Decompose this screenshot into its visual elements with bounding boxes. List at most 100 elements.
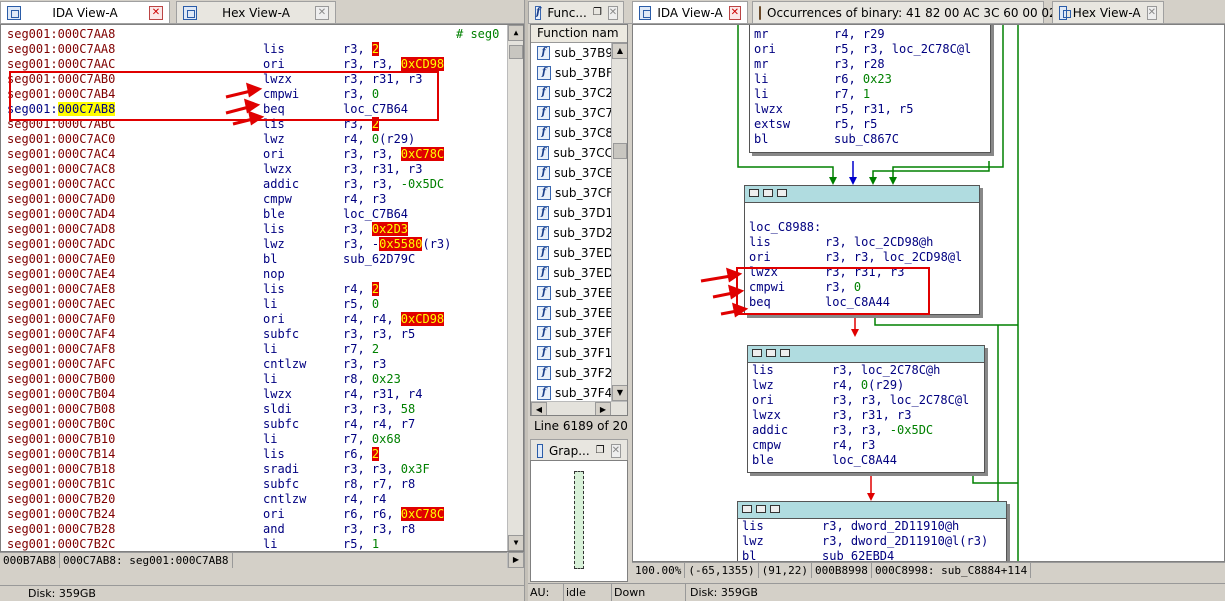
close-icon[interactable]: ✕: [149, 5, 163, 20]
function-list-item[interactable]: f sub_37EE: [531, 303, 613, 323]
left-vertical-scrollbar[interactable]: ▲ ▼: [507, 25, 523, 551]
close-icon[interactable]: ✕: [315, 5, 329, 20]
disasm-line[interactable]: seg001:000C7AE8 lis r4, 2: [1, 282, 507, 297]
function-icon: f: [537, 66, 551, 80]
operands: r5, 1: [343, 537, 380, 551]
function-list-item[interactable]: f sub_37C7: [531, 103, 613, 123]
close-icon[interactable]: ✕: [610, 443, 621, 458]
mnemonic: cmpw: [263, 192, 292, 206]
operands: r3, r3, 58: [343, 402, 416, 416]
functions-horizontal-scrollbar[interactable]: ◀ ▶: [531, 401, 627, 415]
function-list-item[interactable]: f sub_37D1: [531, 203, 613, 223]
disasm-line[interactable]: seg001:000C7AE0 bl sub_62D79C: [1, 252, 507, 267]
left-bottom-status: Disk: 359GB: [0, 585, 524, 601]
mnemonic: ori: [263, 147, 285, 161]
functions-column-header[interactable]: Function nam: [531, 25, 627, 43]
function-list-item[interactable]: fsub_37F4: [531, 383, 613, 403]
disasm-line[interactable]: seg001:000C7B18 sradi r3, r3, 0x3F: [1, 462, 507, 477]
scroll-thumb[interactable]: [509, 45, 523, 59]
function-list-item[interactable]: f sub_37CC: [531, 143, 613, 163]
function-icon: f: [537, 326, 551, 340]
function-list-item[interactable]: f sub_37C2: [531, 83, 613, 103]
mnemonic: lis: [263, 282, 285, 296]
disasm-line[interactable]: seg001:000C7B14 lis r6, 2: [1, 447, 507, 462]
restore-icon[interactable]: ❐: [593, 7, 602, 18]
disasm-line[interactable]: seg001:000C7AF4 subfc r3, r3, r5: [1, 327, 507, 342]
tab-occurrences[interactable]: Occurrences of binary: 41 82 00 AC 3C 60…: [752, 1, 1074, 23]
function-icon: f: [537, 266, 550, 280]
graph-view[interactable]: mr r4, r29 ori r5, r3, loc_2C78C@l mr r3, r28…: [632, 24, 1225, 562]
close-icon[interactable]: ✕: [728, 5, 741, 20]
disasm-line[interactable]: seg001:000C7AE4 nop: [1, 267, 507, 282]
disasm-line[interactable]: seg001:000C7B2C li r5, 1: [1, 537, 507, 551]
function-icon: f: [537, 166, 551, 180]
function-icon: f: [537, 206, 550, 220]
function-list-item[interactable]: f sub_37CE: [531, 163, 613, 183]
function-list-item[interactable]: f sub_37ED: [531, 243, 613, 263]
disasm-line[interactable]: seg001:000C7B1C subfc r8, r7, r8: [1, 477, 507, 492]
tab-ida-view-a[interactable]: IDA View-A ✕: [0, 1, 170, 23]
scroll-thumb[interactable]: [613, 143, 627, 159]
tab-hex-view-a-right[interactable]: Hex View-A ✕: [1052, 1, 1164, 23]
disasm-line[interactable]: seg001:000C7B08 sldi r3, r3, 58: [1, 402, 507, 417]
right-tabbar: f Func... ❐ ✕ IDA View-A ✕ Occurrences o…: [528, 0, 1225, 24]
function-list-item[interactable]: f sub_37C8: [531, 123, 613, 143]
function-list-item[interactable]: f sub_37B9: [531, 43, 613, 63]
graph-overview[interactable]: [530, 460, 628, 582]
operands: r7, 2: [343, 342, 380, 356]
function-list-item[interactable]: f sub_37F1: [531, 343, 613, 363]
close-icon[interactable]: ✕: [1146, 5, 1157, 20]
tab-hex-view-a[interactable]: Hex View-A ✕: [176, 1, 336, 23]
tab-graph-overview[interactable]: Grap... ❐ ✕: [530, 439, 628, 461]
function-icon: f: [537, 186, 551, 200]
disasm-line[interactable]: seg001:000C7AF0 ori r4, r4, 0xCD98: [1, 312, 507, 327]
mnemonic: subfc: [263, 477, 300, 491]
disasm-line[interactable]: seg001:000C7B24 ori r6, r6, 0xC78C: [1, 507, 507, 522]
tab-ida-view-a-graph[interactable]: IDA View-A ✕: [632, 1, 748, 23]
restore-icon[interactable]: ❐: [596, 445, 605, 456]
function-list-item[interactable]: f sub_37BF: [531, 63, 613, 83]
scroll-up-arrow-icon[interactable]: ▲: [508, 25, 523, 41]
operands: r3, r3: [343, 357, 387, 371]
scroll-down-arrow-icon[interactable]: ▼: [508, 535, 523, 551]
disasm-line[interactable]: seg001:000C7ADC lwz r3, -0x5580(r3): [1, 237, 507, 252]
disasm-line[interactable]: seg001:000C7AC4 ori r3, r3, 0xC78C: [1, 147, 507, 162]
disasm-line[interactable]: seg001:000C7B0C subfc r4, r4, r7: [1, 417, 507, 432]
function-list-item[interactable]: f sub_37ED: [531, 263, 613, 283]
functions-list: f sub_37B9 f sub_37BF f sub_37C2 f sub_37C7 f sub…: [531, 43, 613, 415]
disasm-line[interactable]: seg001:000C7B00 li r8, 0x23: [1, 372, 507, 387]
mnemonic: ble: [263, 207, 285, 221]
function-list-item[interactable]: f sub_37D2: [531, 223, 613, 243]
disasm-line[interactable]: seg001:000C7B04 lwzx r4, r31, r4: [1, 387, 507, 402]
functions-vertical-scrollbar[interactable]: ▲ ▼: [611, 43, 627, 401]
disasm-line[interactable]: seg001:000C7AFC cntlzw r3, r3: [1, 357, 507, 372]
function-list-item[interactable]: f sub_37EF: [531, 323, 613, 343]
disasm-line[interactable]: seg001:000C7AC8 lwzx r3, r31, r3: [1, 162, 507, 177]
operands: r4, r4, 0xCD98: [343, 312, 445, 326]
disasm-line[interactable]: seg001:000C7AD0 cmpw r4, r3: [1, 192, 507, 207]
function-list-item[interactable]: f sub_37CF: [531, 183, 613, 203]
close-icon[interactable]: ✕: [607, 5, 619, 20]
pane-splitter[interactable]: [524, 0, 528, 601]
annotation-arrows: [225, 82, 265, 126]
disasm-address: seg001:000C7B04: [7, 387, 116, 401]
tab-functions[interactable]: f Func... ❐ ✕: [528, 1, 624, 23]
disasm-line[interactable]: seg001:000C7B28 and r3, r3, r8: [1, 522, 507, 537]
right-scroll-arrow-icon[interactable]: ▶: [507, 552, 524, 568]
function-list-item[interactable]: f sub_37F2: [531, 363, 613, 383]
disasm-line[interactable]: seg001:000C7B20 cntlzw r4, r4: [1, 492, 507, 507]
disasm-line[interactable]: seg001:000C7AD8 lis r3, 0x2D3: [1, 222, 507, 237]
disassembly-view[interactable]: seg001:000C7AA8 # seg0 seg001:000C7AA8 lis r…: [0, 24, 524, 552]
function-list-item[interactable]: f sub_37EE: [531, 283, 613, 303]
disasm-line[interactable]: seg001:000C7B10 li r7, 0x68: [1, 432, 507, 447]
functions-window[interactable]: Function nam f sub_37B9 f sub_37BF f sub_37C2…: [530, 24, 628, 416]
disasm-line[interactable]: seg001:000C7AF8 li r7, 2: [1, 342, 507, 357]
disasm-line[interactable]: seg001:000C7AD4 ble loc_C7B64: [1, 207, 507, 222]
graph-overview-viewport[interactable]: [574, 471, 584, 569]
function-icon: f: [537, 346, 551, 360]
disasm-line[interactable]: seg001:000C7ACC addic r3, r3, -0x5DC: [1, 177, 507, 192]
mnemonic: nop: [263, 267, 285, 281]
hex-view-icon: [183, 5, 197, 20]
disasm-line[interactable]: seg001:000C7AEC li r5, 0: [1, 297, 507, 312]
function-icon: f: [537, 86, 551, 100]
